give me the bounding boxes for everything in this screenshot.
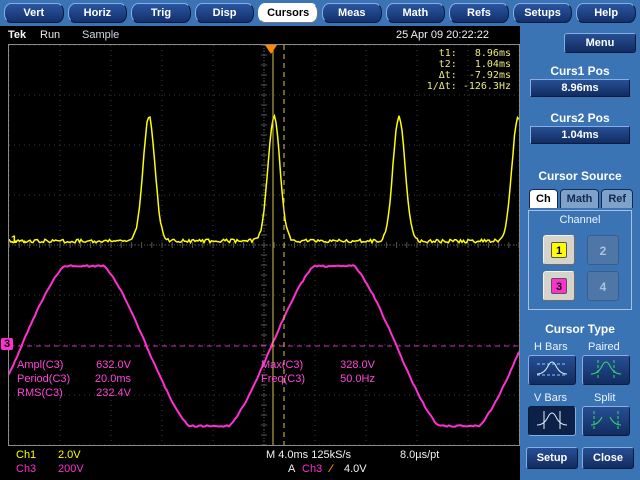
oscilloscope-screen: Vert Horiz Trig Disp Cursors Meas Math R… — [0, 0, 640, 480]
channel-4-label: 4 — [599, 279, 607, 294]
tab-math[interactable]: Math — [559, 189, 600, 208]
sample-resolution: 8.0µs/pt — [400, 449, 440, 461]
acquisition-mode: Sample — [82, 29, 120, 41]
channel-3-button[interactable]: 3 — [543, 271, 575, 301]
trigger-slope-icon: ∕ — [330, 463, 332, 475]
ch1-reference-marker: 1→ — [11, 234, 29, 246]
split-button[interactable] — [582, 406, 630, 436]
menu-button[interactable]: Menu — [564, 33, 636, 53]
menu-button-trig[interactable]: Trig — [131, 3, 191, 23]
channel-4-button[interactable]: 4 — [587, 271, 619, 301]
meas-max-value: 328.0V — [340, 359, 375, 371]
menu-button-help[interactable]: Help — [576, 3, 636, 23]
cursor2-position-label: Curs2 Pos — [550, 111, 610, 125]
menu-button-vert[interactable]: Vert — [4, 3, 64, 23]
meas-ampl-label: Ampl(C3) — [17, 359, 64, 371]
cursor-type-title: Cursor Type — [545, 322, 615, 336]
trigger-source: Ch3 — [302, 463, 323, 475]
t2-label: t2: — [438, 59, 457, 70]
cursor-readout: t1: 8.96ms t2: 1.04ms Δt: -7.92ms 1/Δt: … — [427, 48, 511, 92]
meas-freq-value: 50.0Hz — [340, 373, 375, 385]
date-time: 25 Apr 09 20:22:22 — [396, 29, 489, 41]
side-menu: Menu Curs1 Pos 8.96ms Curs2 Pos 1.04ms C… — [520, 26, 640, 480]
t1-label: t1: — [438, 48, 457, 59]
paired-button[interactable] — [582, 355, 630, 385]
cursor-source-title: Cursor Source — [538, 169, 622, 183]
t2-value: 1.04ms — [474, 59, 511, 70]
meas-rms-label: RMS(C3) — [17, 387, 63, 399]
menu-button-setups[interactable]: Setups — [512, 3, 573, 23]
timebase-readout: M 4.0ms 125kS/s — [266, 449, 351, 461]
trigger-level: 4.0V — [344, 463, 367, 475]
channel-3-icon: 3 — [551, 278, 567, 294]
menu-button-cursors[interactable]: Cursors — [258, 3, 318, 23]
trigger-type: A — [288, 463, 296, 475]
cursor1-position-value[interactable]: 8.96ms — [530, 79, 630, 97]
delta-t-value: -7.92ms — [468, 70, 511, 81]
ch3-reference-marker: 3 — [1, 338, 14, 350]
measurement-list-mid: Max(C3) 328.0V Freq(C3) 50.0Hz — [261, 359, 375, 385]
menu-button-refs[interactable]: Refs — [449, 3, 509, 23]
meas-freq-label: Freq(C3) — [261, 373, 306, 385]
meas-max-label: Max(C3) — [261, 359, 304, 371]
close-button[interactable]: Close — [582, 447, 634, 469]
h-bars-button[interactable] — [528, 355, 576, 385]
menu-button-horiz[interactable]: Horiz — [67, 3, 128, 23]
graticule: t1: 8.96ms t2: 1.04ms Δt: -7.92ms 1/Δt: … — [1, 44, 520, 446]
v-bars-label: V Bars — [534, 392, 568, 404]
inv-delta-t-value: -126.3Hz — [462, 81, 511, 92]
meas-ampl-value: 632.0V — [96, 359, 131, 371]
delta-t-label: Δt: — [438, 70, 457, 81]
cursor2-position-value[interactable]: 1.04ms — [530, 126, 630, 144]
ch1-scale: 2.0V — [58, 449, 81, 461]
channel-1-icon: 1 — [551, 242, 567, 258]
cursor-source-tabs: Ch Math Ref — [529, 189, 634, 208]
acquisition-state: Run — [40, 29, 61, 41]
measurement-list-left: Ampl(C3) 632.0V Period(C3) 20.0ms RMS(C3… — [17, 359, 131, 399]
top-menu-bar: Vert Horiz Trig Disp Cursors Meas Math R… — [0, 0, 640, 26]
paired-label: Paired — [588, 341, 620, 353]
ch1-label: Ch1 — [16, 449, 37, 461]
menu-button-disp[interactable]: Disp — [194, 3, 255, 23]
inv-delta-t-label: 1/Δt: — [426, 81, 457, 92]
h-bars-label: H Bars — [534, 341, 568, 353]
channel-2-button[interactable]: 2 — [587, 235, 619, 265]
channel-group: Channel 1 2 3 4 — [528, 210, 632, 310]
split-label: Split — [594, 392, 616, 404]
tab-ref[interactable]: Ref — [601, 189, 634, 208]
t1-value: 8.96ms — [474, 48, 511, 59]
h-bars-icon — [536, 361, 568, 375]
ch3-label: Ch3 — [16, 463, 37, 475]
display-area: Tek Run Sample 25 Apr 09 20:22:22 t1: 8.… — [0, 26, 520, 480]
paired-icon — [590, 359, 622, 378]
menu-button-math[interactable]: Math — [385, 3, 446, 23]
split-icon — [590, 410, 622, 429]
v-bars-icon — [536, 410, 568, 429]
channel-group-label: Channel — [559, 214, 601, 226]
meas-rms-value: 232.4V — [96, 387, 131, 399]
cursor1-position-label: Curs1 Pos — [550, 64, 610, 78]
menu-button-meas[interactable]: Meas — [321, 3, 382, 23]
tek-logo: Tek — [8, 29, 27, 41]
setup-button[interactable]: Setup — [526, 447, 578, 469]
ch3-scale: 200V — [58, 463, 84, 475]
meas-period-label: Period(C3) — [17, 373, 71, 385]
channel-2-label: 2 — [599, 243, 607, 258]
meas-period-value: 20.0ms — [94, 373, 131, 385]
tab-ch[interactable]: Ch — [529, 189, 558, 208]
v-bars-button[interactable] — [528, 406, 576, 436]
channel-1-button[interactable]: 1 — [543, 235, 575, 265]
status-row: Tek Run Sample 25 Apr 09 20:22:22 — [0, 29, 520, 43]
